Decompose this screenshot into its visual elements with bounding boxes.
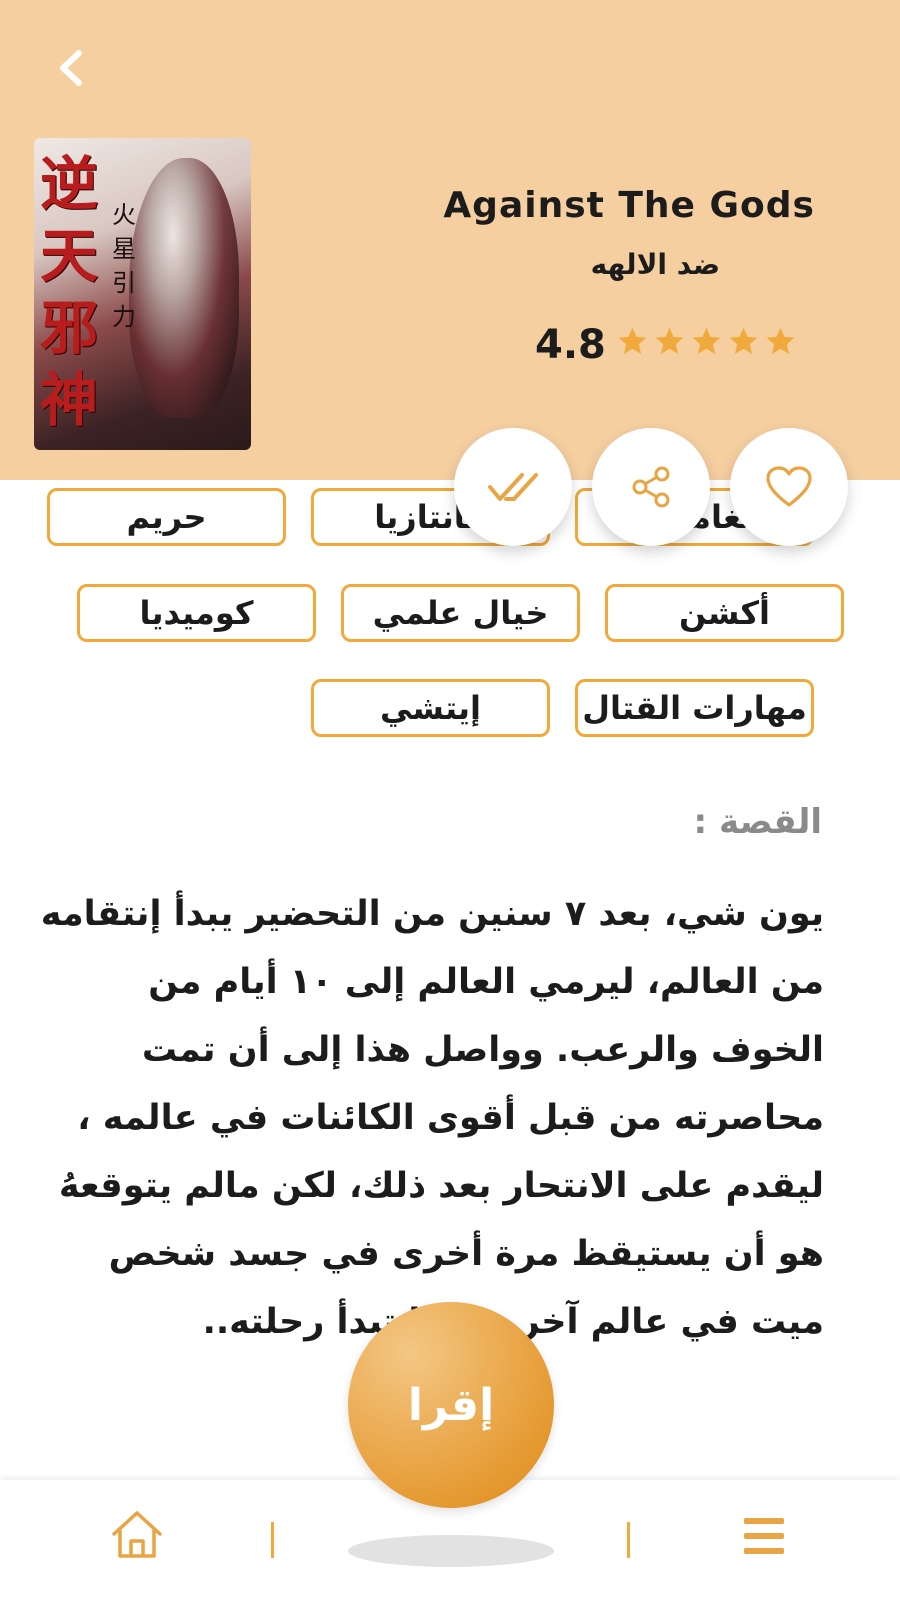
share-icon bbox=[632, 466, 670, 508]
read-button-label: إقرا bbox=[407, 1379, 495, 1431]
story-text: يون شي، بعد ٧ سنين من التحضير يبدأ إنتقا… bbox=[40, 894, 824, 1342]
nav-divider bbox=[627, 1522, 630, 1558]
cover-figure bbox=[129, 158, 239, 418]
nav-menu-button[interactable] bbox=[740, 1514, 788, 1562]
rating-value: 4.8 bbox=[535, 322, 606, 368]
home-icon bbox=[112, 1511, 162, 1558]
double-check-icon bbox=[488, 473, 538, 501]
rating-stars bbox=[616, 325, 797, 358]
favorite-button[interactable] bbox=[730, 428, 848, 546]
rating: 4.8 bbox=[535, 322, 797, 372]
menu-icon bbox=[744, 1518, 784, 1554]
star-icon bbox=[766, 327, 795, 354]
star-icon bbox=[618, 327, 647, 354]
tag-comedy[interactable]: كوميديا bbox=[77, 584, 316, 642]
book-header: 逆天邪神 火星引力 Against The Gods ضد الالهه 4.8 bbox=[0, 0, 900, 480]
book-cover: 逆天邪神 火星引力 bbox=[34, 138, 251, 450]
heart-icon bbox=[766, 466, 812, 507]
nav-divider bbox=[271, 1522, 274, 1558]
nav-center-placeholder bbox=[348, 1535, 554, 1567]
star-icon bbox=[655, 327, 684, 354]
tag-harem[interactable]: حريم bbox=[47, 488, 286, 546]
cover-title-text: 逆天邪神 bbox=[40, 150, 99, 434]
mark-read-button[interactable] bbox=[454, 428, 572, 546]
book-title-en: Against The Gods bbox=[443, 185, 815, 226]
tag-martial-arts[interactable]: مهارات القتال bbox=[575, 679, 814, 737]
star-icon bbox=[692, 327, 721, 354]
star-icon bbox=[729, 327, 758, 354]
read-button[interactable]: إقرا bbox=[348, 1302, 554, 1508]
back-button[interactable] bbox=[42, 40, 98, 96]
book-title-ar: ضد الالهه bbox=[590, 248, 720, 281]
share-button[interactable] bbox=[592, 428, 710, 546]
cover-author-text: 火星引力 bbox=[112, 201, 136, 331]
chevron-left-icon bbox=[60, 50, 82, 86]
nav-home-button[interactable] bbox=[108, 1508, 166, 1566]
tag-scifi[interactable]: خيال علمي bbox=[341, 584, 580, 642]
tag-action[interactable]: أكشن bbox=[605, 584, 844, 642]
story-label: القصة : bbox=[693, 802, 822, 842]
tag-ecchi[interactable]: إيتشي bbox=[311, 679, 550, 737]
